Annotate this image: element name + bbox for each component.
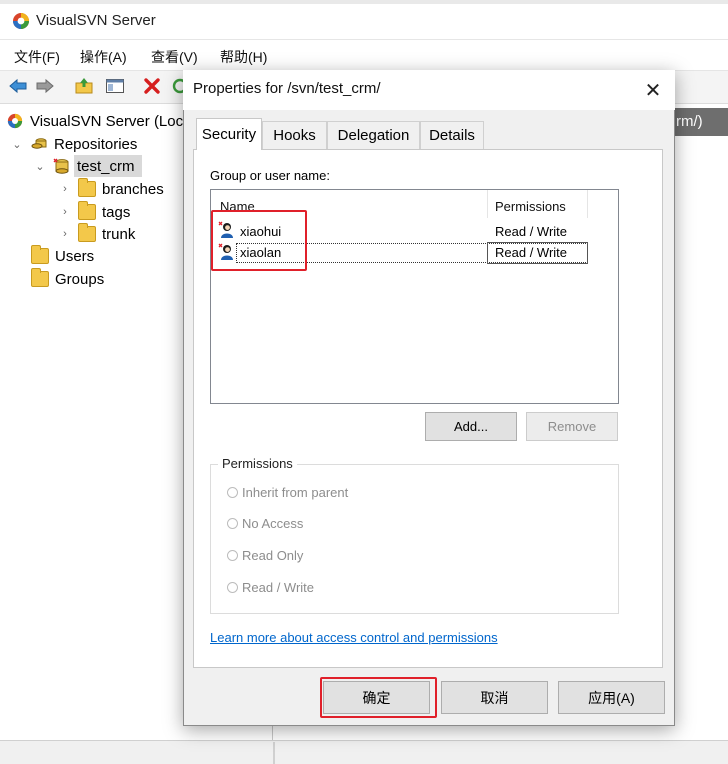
back-arrow-icon[interactable]: [6, 74, 30, 98]
radio-no-access[interactable]: No Access: [227, 516, 303, 531]
tree-item-tags[interactable]: › tags: [58, 201, 131, 222]
permissions-legend: Permissions: [218, 456, 297, 471]
tree-label-test-crm: test_crm: [77, 157, 135, 175]
show-hide-pane-icon[interactable]: [103, 74, 127, 98]
learn-more-link[interactable]: Learn more about access control and perm…: [210, 630, 498, 645]
remove-user-button[interactable]: Remove: [526, 412, 618, 441]
tree-item-users[interactable]: Users: [31, 245, 95, 266]
cancel-button[interactable]: 取消: [441, 681, 548, 714]
window-title: VisualSVN Server: [36, 12, 156, 29]
chevron-right-icon[interactable]: ›: [58, 206, 72, 218]
tab-security[interactable]: Security: [196, 118, 262, 150]
repository-icon: [53, 158, 69, 174]
tree-label-repositories: Repositories: [54, 135, 138, 153]
tree-label-users: Users: [55, 247, 95, 265]
menu-action[interactable]: 操作(A): [80, 47, 127, 67]
radio-circle-icon: [227, 518, 238, 529]
visualsvn-logo-icon: [13, 13, 29, 29]
users-highlight-box: [211, 210, 307, 271]
menu-help[interactable]: 帮助(H): [220, 47, 267, 67]
radio-label: Inherit from parent: [242, 485, 349, 500]
forward-arrow-icon[interactable]: [33, 74, 57, 98]
chevron-right-icon[interactable]: ›: [58, 228, 72, 240]
menu-view[interactable]: 查看(V): [151, 47, 198, 67]
up-folder-icon[interactable]: [72, 74, 96, 98]
tree-label-server: VisualSVN Server (Loc: [30, 112, 184, 130]
radio-circle-icon: [227, 550, 238, 561]
apply-button[interactable]: 应用(A): [558, 681, 665, 714]
folder-icon: [31, 268, 49, 287]
tree-item-repositories[interactable]: ⌄ Repositories: [10, 134, 137, 154]
folder-icon: [78, 223, 96, 242]
status-bar: [0, 740, 728, 764]
menu-file[interactable]: 文件(F): [14, 47, 60, 67]
radio-inherit-from-parent[interactable]: Inherit from parent: [227, 485, 348, 500]
status-bar-divider: [273, 742, 275, 764]
ok-button-highlight-box: [320, 677, 437, 718]
add-user-button[interactable]: Add...: [425, 412, 517, 441]
chevron-down-icon[interactable]: ⌄: [33, 160, 47, 173]
radio-label: Read Only: [242, 548, 304, 563]
column-header-permissions[interactable]: Permissions: [495, 199, 566, 214]
visualsvn-server-icon: [7, 113, 23, 129]
radio-label: Read / Write: [242, 580, 315, 595]
folder-icon: [78, 178, 96, 197]
column-divider: [587, 190, 588, 218]
radio-read-write[interactable]: Read / Write: [227, 580, 314, 595]
tree-label-branches: branches: [102, 180, 164, 198]
radio-circle-icon: [227, 582, 238, 593]
chevron-down-icon[interactable]: ⌄: [10, 138, 24, 151]
close-icon[interactable]: ✕: [641, 79, 665, 102]
tree-label-trunk: trunk: [102, 225, 136, 243]
repositories-icon: [31, 138, 47, 149]
radio-circle-icon: [227, 487, 238, 498]
radio-label: No Access: [242, 516, 304, 531]
group-or-user-label: Group or user name:: [210, 168, 330, 183]
column-divider: [487, 190, 488, 218]
table-row-user-permission[interactable]: Read / Write: [495, 245, 567, 260]
tab-details[interactable]: Details: [420, 121, 484, 149]
right-pane-header-text: rm/): [676, 113, 703, 130]
tree-item-branches[interactable]: › branches: [58, 178, 164, 199]
folder-icon: [31, 245, 49, 264]
tree-label-tags: tags: [102, 203, 131, 221]
tree-item-server[interactable]: VisualSVN Server (Loc: [6, 111, 183, 131]
chevron-right-icon[interactable]: ›: [58, 183, 72, 195]
tree-item-groups[interactable]: Groups: [31, 268, 105, 289]
folder-icon: [78, 201, 96, 220]
tree-item-test-crm[interactable]: ⌄ test_crm: [33, 156, 135, 176]
table-row-user-permission[interactable]: Read / Write: [495, 224, 567, 239]
delete-icon[interactable]: [140, 74, 164, 98]
dialog-title: Properties for /svn/test_crm/: [193, 80, 381, 97]
tab-hooks[interactable]: Hooks: [262, 121, 327, 149]
tree-item-trunk[interactable]: › trunk: [58, 223, 136, 244]
radio-read-only[interactable]: Read Only: [227, 548, 303, 563]
tree-label-groups: Groups: [55, 270, 105, 288]
tab-delegation[interactable]: Delegation: [327, 121, 420, 149]
